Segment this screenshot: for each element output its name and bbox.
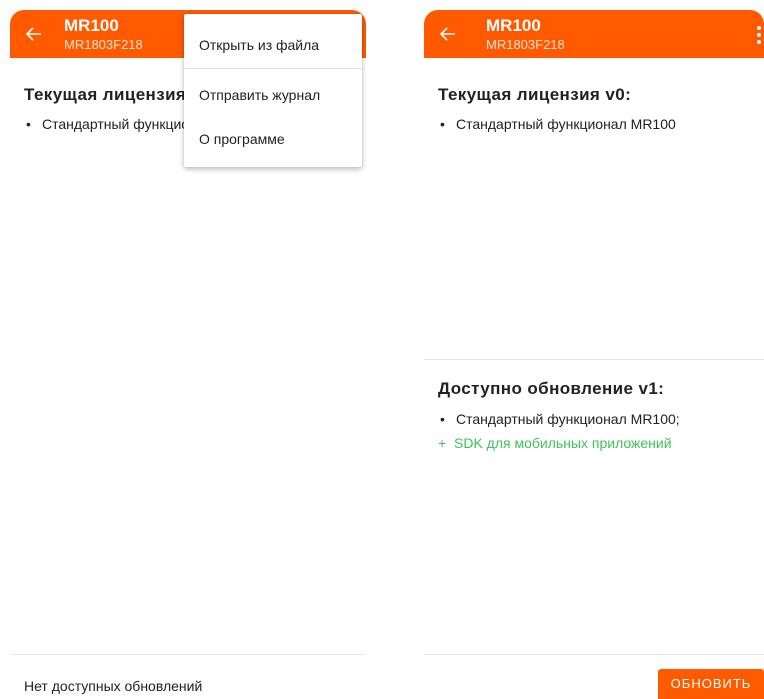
app-bar-subtitle: MR1803F218 bbox=[64, 37, 143, 52]
app-bar-subtitle: MR1803F218 bbox=[486, 37, 565, 52]
more-vert-icon[interactable] bbox=[756, 26, 762, 44]
arrow-left-icon[interactable] bbox=[24, 24, 44, 44]
menu-divider bbox=[184, 68, 362, 69]
list-item: • Стандартный функционал MR100; bbox=[440, 410, 680, 428]
plus-mark: + bbox=[438, 435, 447, 451]
divider bbox=[10, 654, 366, 655]
update-heading: Доступно обновление v1: bbox=[438, 379, 665, 398]
app-bar-title: MR100 bbox=[64, 16, 119, 35]
overflow-menu: Открыть из файла Отправить журнал О прог… bbox=[184, 14, 362, 167]
list-item: • Стандартный функционал MR100 bbox=[440, 115, 676, 133]
bullet-mark: • bbox=[440, 411, 445, 427]
list-item-text: SDK для мобильных приложений bbox=[454, 435, 672, 451]
status-text: Нет доступных обновлений bbox=[24, 678, 203, 694]
list-item-text: Стандартный функционал MR100; bbox=[456, 411, 680, 427]
divider bbox=[424, 359, 764, 360]
current-license-heading: Текущая лицензия v0: bbox=[438, 85, 632, 104]
update-button[interactable]: ОБНОВИТЬ bbox=[658, 669, 764, 699]
list-item-added: + SDK для мобильных приложений bbox=[438, 434, 672, 452]
app-bar: MR100 MR1803F218 bbox=[424, 10, 764, 58]
list-item-text: Стандартный функционал MR100 bbox=[456, 116, 676, 132]
divider bbox=[424, 654, 764, 655]
bullet-mark: • bbox=[26, 116, 31, 132]
menu-item-open-file[interactable]: Открыть из файла bbox=[199, 36, 319, 54]
bullet-mark: • bbox=[440, 116, 445, 132]
screen-right: MR100 MR1803F218 Текущая лицензия v0: • С… bbox=[424, 0, 764, 699]
arrow-left-icon[interactable] bbox=[438, 24, 458, 44]
app-bar-title: MR100 bbox=[486, 16, 541, 35]
menu-item-send-log[interactable]: Отправить журнал bbox=[199, 86, 320, 104]
menu-item-about[interactable]: О программе bbox=[199, 130, 285, 148]
